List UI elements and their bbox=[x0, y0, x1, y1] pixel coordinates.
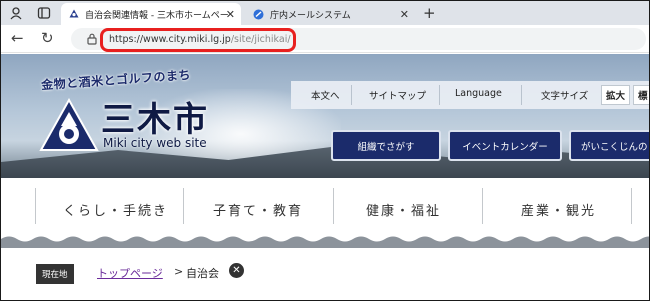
nav-item-industry[interactable]: 産業・観光 bbox=[521, 200, 596, 219]
nav-divider bbox=[631, 188, 632, 224]
global-nav: くらし・手続き 子育て・教育 健康・福祉 産業・観光 bbox=[1, 178, 649, 240]
breadcrumb-separator: > bbox=[174, 265, 184, 278]
nav-divider bbox=[333, 188, 334, 224]
tab-actions-icon[interactable] bbox=[37, 6, 51, 20]
nav-divider bbox=[183, 188, 184, 224]
font-enlarge-button[interactable]: 拡大 bbox=[601, 85, 631, 105]
skip-to-content-link[interactable]: 本文へ bbox=[311, 88, 340, 102]
tab-mail[interactable]: 庁内メールシステム ✕ bbox=[245, 3, 415, 25]
nav-divider bbox=[35, 188, 36, 224]
lock-icon[interactable] bbox=[87, 33, 97, 45]
nav-wave-divider bbox=[1, 236, 649, 248]
breadcrumb: 現在地 トップページ > 自治会 ✕ bbox=[1, 249, 649, 300]
font-size-label: 文字サイズ bbox=[541, 91, 589, 102]
tab-title: 庁内メールシステム bbox=[270, 10, 351, 21]
breadcrumb-home-link[interactable]: トップページ bbox=[97, 265, 163, 281]
back-button[interactable]: ← bbox=[11, 29, 24, 47]
url-highlight-annotation bbox=[100, 28, 296, 52]
new-tab-button[interactable]: + bbox=[423, 4, 436, 22]
tab-strip: 自治会関連情報 - 三木市ホームペー ✕ 庁内メールシステム ✕ + bbox=[1, 1, 649, 25]
city-emblem-icon[interactable] bbox=[39, 98, 99, 156]
current-location-label: 現在地 bbox=[36, 264, 74, 284]
utility-bar: 本文へ サイトマップ Language 文字サイズ 拡大 標 bbox=[291, 81, 649, 109]
browser-window: 自治会関連情報 - 三木市ホームペー ✕ 庁内メールシステム ✕ + ← ↻ h… bbox=[0, 0, 650, 301]
clear-icon[interactable]: ✕ bbox=[229, 263, 244, 278]
reload-button[interactable]: ↻ bbox=[41, 29, 54, 47]
utility-divider bbox=[439, 85, 440, 105]
site-header: 金物と酒米とゴルフのまち 三木市 Miki city web site 本文へ … bbox=[1, 54, 649, 178]
find-by-organization-button[interactable]: 組織でさがす bbox=[331, 130, 441, 161]
tab-close-icon[interactable]: ✕ bbox=[400, 8, 409, 21]
tab-jichikai[interactable]: 自治会関連情報 - 三木市ホームペー ✕ bbox=[61, 3, 241, 25]
tab-title: 自治会関連情報 - 三木市ホームペー bbox=[85, 10, 229, 21]
nav-item-childcare[interactable]: 子育て・教育 bbox=[213, 200, 303, 219]
profile-icon[interactable] bbox=[9, 6, 23, 20]
sitemap-link[interactable]: サイトマップ bbox=[369, 88, 426, 102]
language-link[interactable]: Language bbox=[455, 88, 502, 99]
event-calendar-button[interactable]: イベントカレンダー bbox=[448, 130, 562, 161]
nav-divider bbox=[482, 188, 483, 224]
tab-close-icon[interactable]: ✕ bbox=[226, 8, 235, 21]
utility-divider bbox=[351, 85, 352, 105]
foreign-residents-button[interactable]: がいこくじんの bbox=[569, 130, 649, 161]
app-favicon-icon bbox=[253, 9, 264, 19]
nav-item-living[interactable]: くらし・手続き bbox=[63, 200, 168, 219]
breadcrumb-current: 自治会 bbox=[186, 267, 219, 280]
utility-divider bbox=[521, 85, 522, 105]
nav-item-health[interactable]: 健康・福祉 bbox=[366, 200, 441, 219]
city-name-logo[interactable]: 三木市 bbox=[101, 92, 209, 141]
site-favicon-icon bbox=[69, 9, 79, 18]
font-standard-button[interactable]: 標 bbox=[633, 85, 649, 105]
city-web-caption: Miki city web site bbox=[103, 136, 207, 150]
address-bar-row: ← ↻ bbox=[1, 25, 649, 53]
